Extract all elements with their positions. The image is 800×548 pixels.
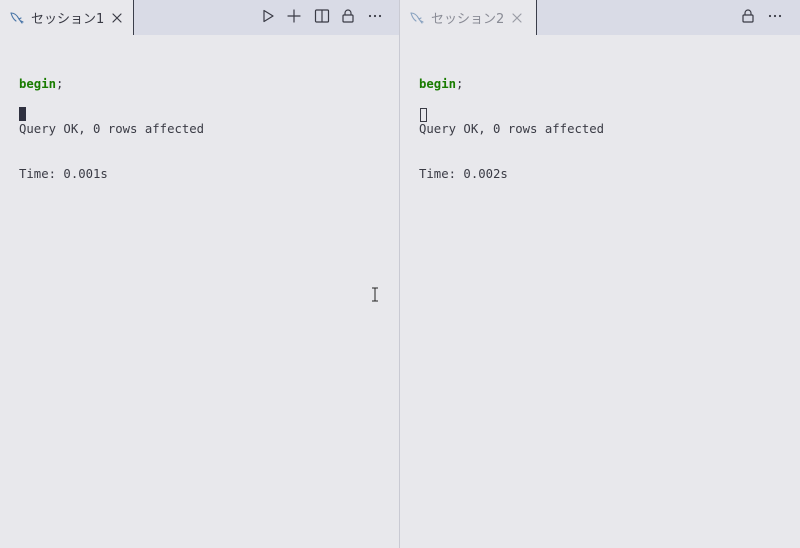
lock-button[interactable]: [338, 8, 358, 28]
time-line: Time: 0.002s: [419, 167, 508, 181]
tab-bar: セッション1: [0, 0, 399, 35]
close-icon[interactable]: [509, 10, 525, 26]
sql-terminator: ;: [456, 77, 464, 91]
run-triangle-icon: [260, 8, 276, 28]
lock-icon: [740, 8, 756, 28]
tab-session-2[interactable]: セッション2: [400, 0, 537, 35]
console-output[interactable]: begin; Query OK, 0 rows affected Time: 0…: [419, 47, 604, 212]
lock-icon: [340, 8, 356, 28]
more-actions-button[interactable]: [765, 8, 785, 28]
session-pane-right[interactable]: セッション2 begin; Query OK, 0 rows affected …: [400, 0, 800, 548]
time-line: Time: 0.001s: [19, 167, 108, 181]
tab-bar: セッション2: [400, 0, 800, 35]
command-line: begin;: [19, 77, 204, 92]
tab-label: セッション1: [31, 12, 105, 27]
mysql-dolphin-icon: [409, 10, 425, 26]
split-editor-icon: [314, 8, 330, 28]
more-actions-button[interactable]: [365, 8, 385, 28]
tab-session-1[interactable]: セッション1: [0, 0, 134, 35]
result-line: Query OK, 0 rows affected: [19, 122, 205, 136]
run-button[interactable]: [258, 8, 278, 28]
text-cursor: [420, 108, 427, 122]
close-icon[interactable]: [109, 10, 125, 26]
sql-keyword: begin: [19, 77, 57, 91]
tab-label: セッション2: [431, 12, 505, 27]
ellipsis-icon: [367, 8, 383, 28]
console-output[interactable]: begin; Query OK, 0 rows affected Time: 0…: [19, 47, 204, 212]
ibeam-cursor-icon: [371, 287, 379, 302]
sql-keyword: begin: [419, 77, 457, 91]
mysql-dolphin-icon: [9, 10, 25, 26]
result-line: Query OK, 0 rows affected: [419, 122, 605, 136]
command-line: begin;: [419, 77, 604, 92]
plus-icon: [286, 8, 302, 28]
new-session-button[interactable]: [284, 8, 304, 28]
lock-button[interactable]: [738, 8, 758, 28]
text-cursor: [19, 107, 26, 121]
split-editor-button[interactable]: [312, 8, 332, 28]
ellipsis-icon: [767, 8, 783, 28]
session-pane-left[interactable]: セッション1 begin; Query OK, 0 rows affected …: [0, 0, 399, 548]
sql-terminator: ;: [56, 77, 64, 91]
